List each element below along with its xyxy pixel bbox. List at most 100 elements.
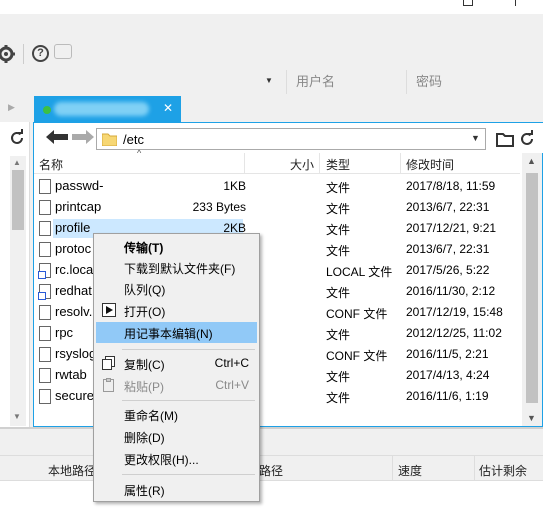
file-name: rwtab [55,367,87,382]
file-name: resolv. [55,304,93,319]
file-type: CONF 文件 [326,307,388,321]
column-size-header[interactable]: 大小 [290,156,314,173]
menu-item-delete[interactable]: 删除(D) [96,426,257,447]
file-mtime: 2017/4/13, 4:24 [406,368,490,382]
menu-item-rename[interactable]: 重命名(M) [96,404,257,425]
file-name: secure [55,388,95,403]
back-arrow-icon[interactable] [46,130,68,144]
username-field[interactable]: 用户名 [286,70,406,94]
column-name-header[interactable]: 名称 [39,156,63,173]
file-mtime: 2016/11/6, 1:19 [406,389,489,403]
file-type: 文件 [326,223,351,237]
menu-item-download-default[interactable]: 下载到默认文件夹(F) [96,257,257,278]
session-tab-strip: ▶ ✕ [0,96,543,122]
forward-arrow-icon[interactable] [72,130,94,144]
file-size: 233 Bytes [192,200,246,214]
maximize-button[interactable] [455,0,483,8]
file-mtime: 2017/12/21, 9:21 [406,221,497,235]
file-link-icon [38,263,51,279]
connection-status-icon [43,106,51,114]
file-link-icon [38,284,51,300]
file-name: profile [55,220,91,235]
title-bar [0,0,543,14]
column-separator[interactable] [474,456,475,480]
queue-speed-header[interactable]: 速度 [398,462,422,479]
column-separator[interactable] [400,153,401,174]
menu-separator [122,400,255,401]
remote-nav-bar: /etc ▼ ^ [34,123,543,158]
file-icon [39,368,51,383]
file-icon [39,242,51,257]
help-icon[interactable]: ? [32,45,49,62]
local-scrollbar-thumb[interactable] [12,170,24,230]
column-type-header[interactable]: 类型 [326,156,350,173]
menu-item-edit-notepad[interactable]: 用记事本编辑(N) [96,322,257,343]
password-field[interactable]: 密码 [406,70,543,94]
refresh-icon[interactable] [8,129,26,147]
folder-icon [102,133,117,146]
toolbar-separator [23,44,24,64]
column-separator[interactable] [244,153,245,174]
scroll-down-icon[interactable]: ▼ [13,412,21,421]
file-icon [39,179,51,194]
queue-remaining-header[interactable]: 估计剩余 [479,462,527,479]
close-tab-icon[interactable]: ✕ [163,101,173,115]
session-name-redacted [54,102,149,116]
file-type: 文件 [326,391,351,405]
scroll-up-icon[interactable]: ▲ [13,158,21,167]
file-mtime: 2017/12/19, 15:48 [406,305,503,319]
gear-icon[interactable] [0,44,16,64]
file-type: 文件 [326,286,351,300]
remote-scrollbar-thumb[interactable] [526,173,538,403]
file-mtime: 2017/8/18, 11:59 [406,179,496,193]
session-tab[interactable]: ✕ [34,96,181,122]
file-name: rc.loca [55,262,94,277]
table-row[interactable]: printcap 233 Bytes 文件 2013/6/7, 22:31 [34,197,520,218]
file-mtime: 2017/5/26, 5:22 [406,263,490,277]
chevron-down-icon[interactable]: ▼ [265,76,275,86]
scroll-down-icon[interactable]: ▼ [527,413,536,423]
chat-icon[interactable] [54,44,72,59]
menu-item-paste[interactable]: 粘贴(P) Ctrl+V [96,375,257,396]
queue-local-path-header[interactable]: 本地路径 [48,462,96,479]
column-separator[interactable] [319,153,320,174]
queue-list [0,481,543,530]
path-input[interactable]: /etc ▼ [96,128,486,150]
file-list-header: 名称 大小 类型 修改时间 [34,153,520,174]
file-size: 1KB [223,179,246,193]
file-name: passwd- [55,178,104,193]
file-icon [39,305,51,320]
file-icon [39,389,51,404]
menu-item-transfer[interactable]: 传输(T) [96,236,257,257]
scroll-up-icon[interactable]: ▲ [527,156,536,166]
file-type: 文件 [326,202,351,216]
close-window-button[interactable] [503,0,531,8]
menu-separator [122,349,255,350]
file-type: 文件 [326,328,351,342]
file-name: rsyslog [55,346,97,361]
table-row[interactable]: passwd- 1KB 文件 2017/8/18, 11:59 [34,176,520,197]
new-folder-icon[interactable] [496,131,514,147]
file-mtime: 2016/11/30, 2:12 [406,284,496,298]
toolbar: ? [0,36,543,70]
menu-item-copy[interactable]: 复制(C) Ctrl+C [96,353,257,374]
queue-status-bar [0,429,543,455]
menu-item-open[interactable]: 打开(O) [96,300,257,321]
tab-scroll-left-icon[interactable]: ▶ [8,102,15,113]
chevron-down-icon[interactable]: ▼ [471,133,480,143]
file-name: printcap [55,199,102,214]
queue-remote-path-header[interactable]: 路径 [259,462,283,479]
copy-icon [102,356,115,370]
refresh-icon[interactable] [518,130,536,148]
file-name: protoc [55,241,92,256]
path-text: /etc [123,132,144,147]
menu-item-queue[interactable]: 队列(Q) [96,278,257,299]
column-separator[interactable] [392,456,393,480]
menu-item-properties[interactable]: 属性(R) [96,479,257,500]
menu-separator [122,474,255,475]
file-mtime: 2013/6/7, 22:31 [406,242,490,256]
menu-item-permissions[interactable]: 更改权限(H)... [96,448,257,469]
column-mtime-header[interactable]: 修改时间 [406,156,454,173]
file-type: 文件 [326,370,351,384]
play-icon [102,303,116,317]
